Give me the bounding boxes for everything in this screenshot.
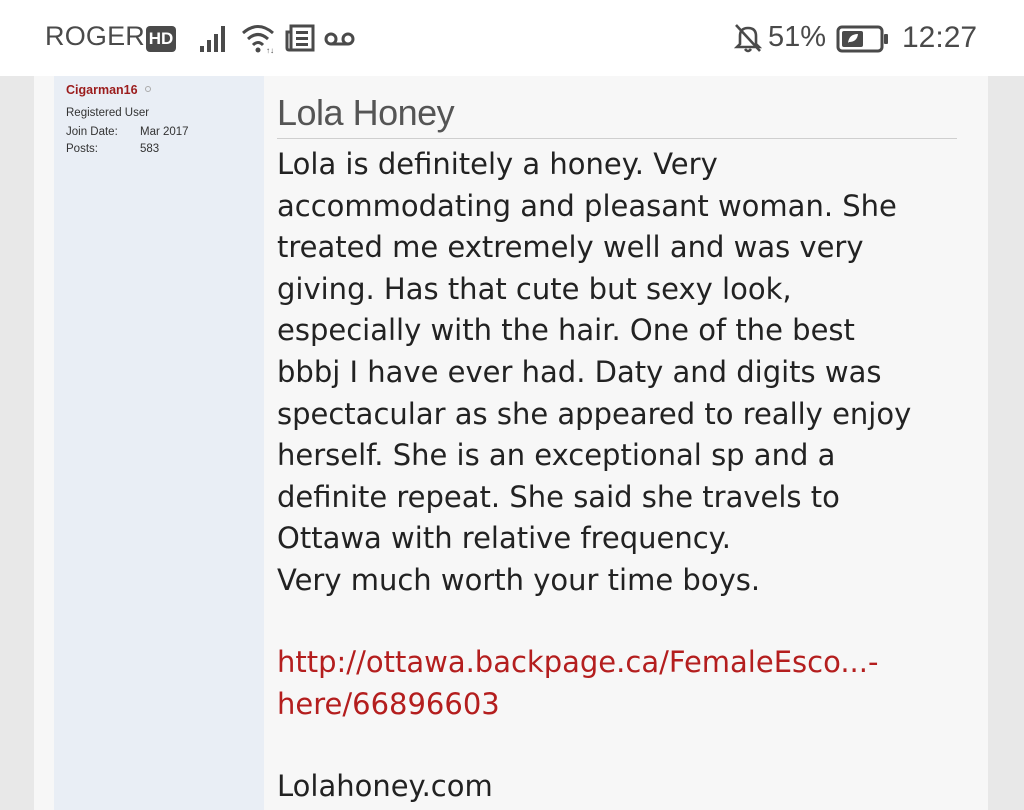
post-body-line: Very much worth your time boys. (277, 562, 761, 597)
post-body-line: bbbj I have ever had. Daty and digits wa… (277, 354, 882, 389)
post-body-line: spectacular as she appeared to really en… (277, 396, 912, 431)
external-link-line2: here/66896603 (277, 686, 500, 721)
post-body-line: giving. Has that cute but sexy look, (277, 271, 792, 306)
post-title: Lola Honey (277, 92, 455, 133)
author-username-link[interactable]: Cigarman16 (66, 83, 138, 97)
news-icon (285, 24, 317, 56)
external-link[interactable]: http://ottawa.backpage.ca/FemaleEsco...-… (277, 642, 967, 725)
svg-text:↑↓: ↑↓ (266, 46, 274, 54)
join-date-value: Mar 2017 (140, 126, 189, 138)
post-body-line: definite repeat. She said she travels to (277, 479, 840, 514)
status-bar: ROGERS HD ↑↓ 51% 12:27 (0, 0, 1024, 76)
signal-icon (198, 22, 232, 58)
title-divider (277, 138, 957, 139)
website-text: Lolahoney.com (277, 769, 493, 803)
post-body-line: especially with the hair. One of the bes… (277, 313, 855, 348)
author-panel: Cigarman16 Registered User Join Date: Ma… (54, 76, 264, 810)
join-date-label: Join Date: (66, 126, 118, 138)
forum-post: Cigarman16 Registered User Join Date: Ma… (34, 76, 988, 810)
posts-count-label: Posts: (66, 143, 98, 155)
wifi-icon: ↑↓ (240, 22, 278, 58)
hd-badge: HD (146, 26, 176, 52)
battery-percent: 51% (768, 21, 827, 53)
post-body-line: accommodating and pleasant woman. She (277, 188, 897, 223)
post-body-line: herself. She is an exceptional sp and a (277, 438, 836, 473)
offline-status-icon (145, 86, 151, 92)
post-body-line: Lola is definitely a honey. Very (277, 147, 718, 181)
voicemail-icon (324, 30, 356, 52)
post-body-line: treated me extremely well and was very (277, 230, 864, 265)
author-user-title: Registered User (66, 107, 150, 119)
external-link-line1: http://ottawa.backpage.ca/FemaleEsco...- (277, 645, 879, 679)
mute-bell-icon (732, 22, 764, 58)
battery-icon (836, 24, 892, 58)
posts-count-value: 583 (140, 143, 160, 155)
clock: 12:27 (902, 21, 978, 54)
post-body: Lola is definitely a honey. Very accommo… (277, 144, 967, 602)
post-body-line: Ottawa with relative frequency. (277, 521, 731, 556)
